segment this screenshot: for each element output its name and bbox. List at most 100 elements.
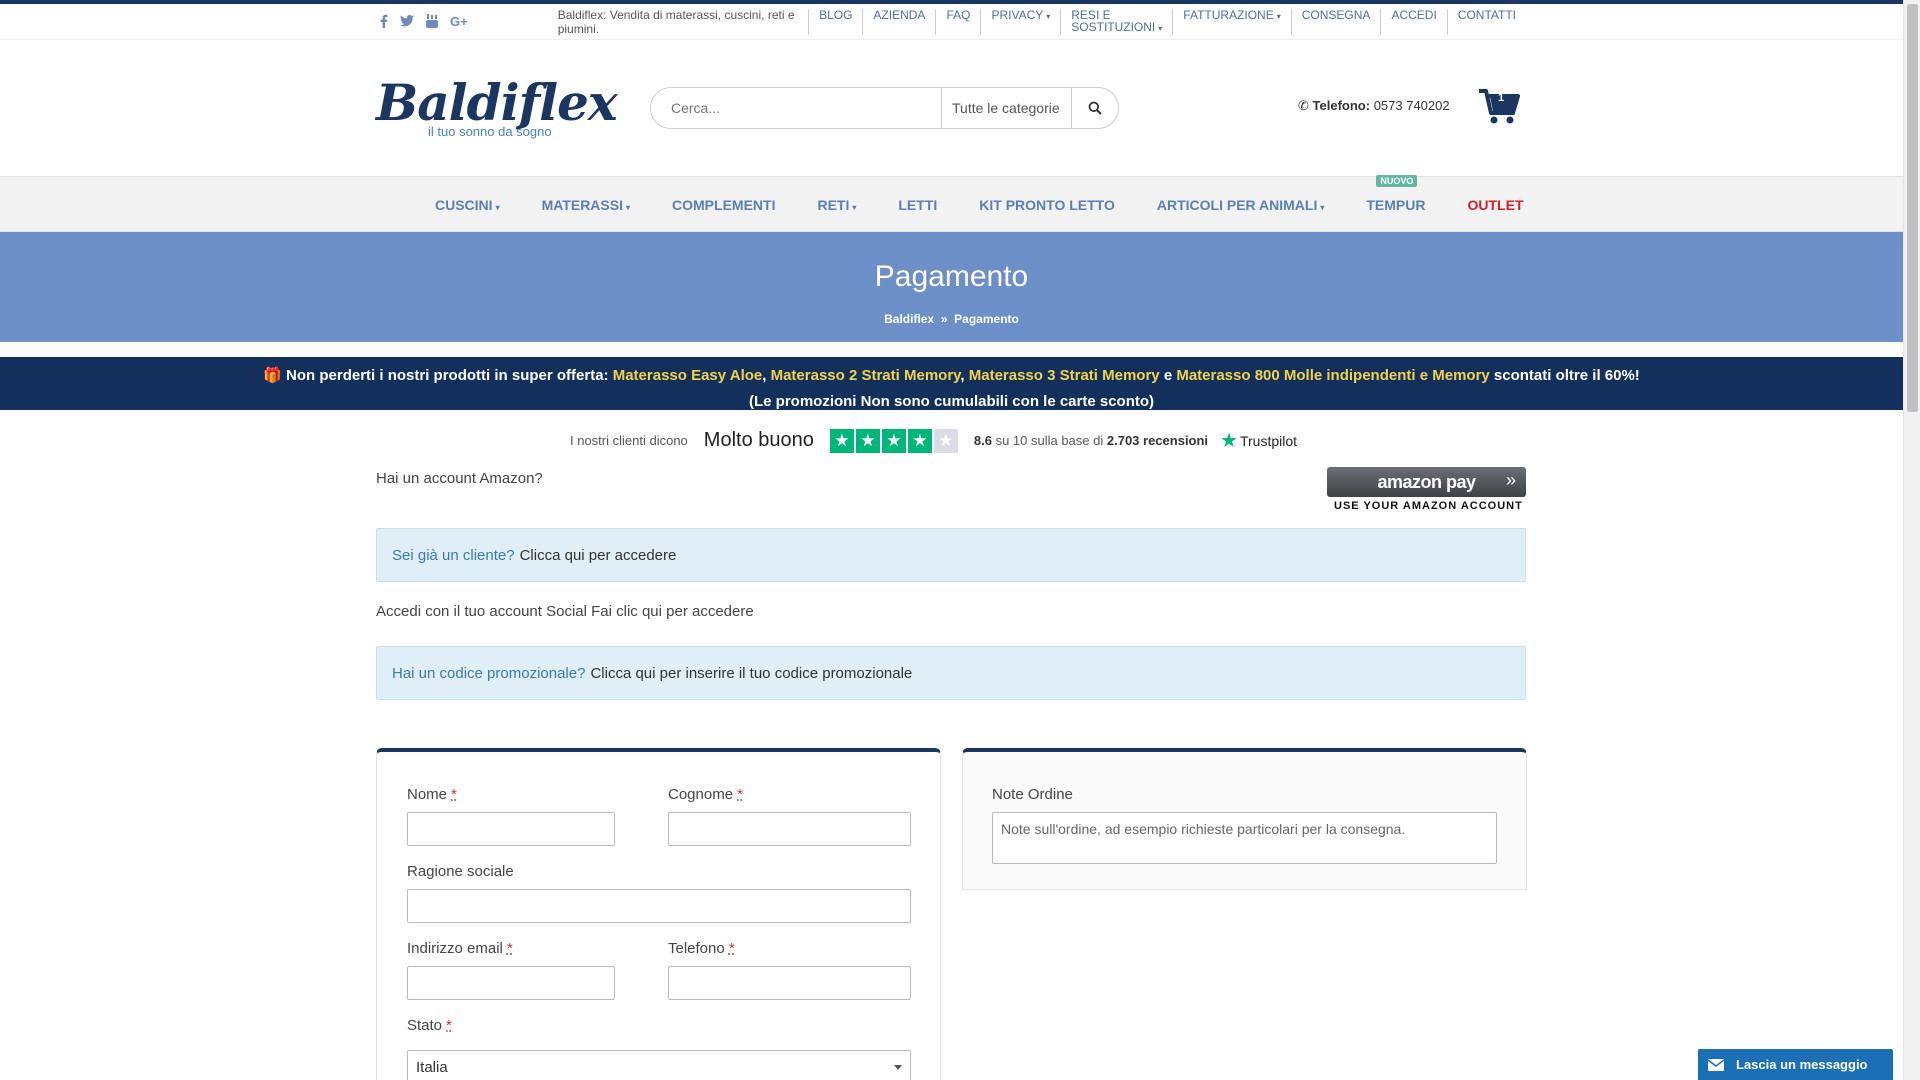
search-input[interactable] [651,88,941,128]
caret-down-icon: ▾ [852,203,857,212]
trustpilot-logo: ★ Trustpilot [1220,428,1297,453]
promo-product-link[interactable]: Materasso Easy Aloe [613,367,763,384]
top-link-label: AZIENDA [873,8,926,22]
nav-item-complementi[interactable]: COMPLEMENTI [672,197,775,213]
first-name-field[interactable] [407,812,615,846]
country-label-text: Stato [407,1017,443,1034]
promo-product-link[interactable]: Materasso 3 Strati Memory [969,367,1160,384]
country-label: Stato * [407,1017,452,1034]
nav-item-tempur[interactable]: TEMPUR NUOVO [1366,175,1426,213]
search-category-select[interactable]: Tutte le categorie [941,88,1071,128]
twitter-icon[interactable] [400,14,414,31]
gift-icon: 🎁 [263,367,282,384]
trustpilot-score-value: 8.6 [973,433,992,448]
top-link-faq[interactable]: FAQ [935,9,980,35]
phone-field[interactable] [668,966,911,1000]
required-mark: * [506,940,513,957]
top-link-accedi[interactable]: ACCEDI [1380,9,1446,35]
promo-banner: 🎁 Non perderti i nostri prodotti in supe… [0,357,1903,410]
facebook-icon[interactable] [379,14,388,31]
breadcrumb-home[interactable]: Baldiflex [884,312,934,326]
top-link-contatti[interactable]: CONTATTI [1446,8,1526,35]
nav-item-label: COMPLEMENTI [672,197,776,213]
page: G+ Baldiflex: Vendita di materassi, cusc… [0,0,1903,1080]
main-nav-items: CUSCINI ▾ MATERASSI ▾ COMPLEMENTI RETI ▾ LETTI K… [435,175,1566,233]
trustpilot-stars: ★ ★ ★ ★ ★ [829,428,958,453]
nav-item-articoli-per-animali[interactable]: ARTICOLI PER ANIMALI ▾ [1157,197,1325,213]
logo[interactable]: Baldiflex il tuo sonno da sogno [376,76,618,146]
nav-item-label: TEMPUR [1366,197,1426,213]
nav-item-outlet[interactable]: OUTLET [1468,197,1524,213]
nav-item-cuscini[interactable]: CUSCINI ▾ [435,197,500,213]
coupon-link[interactable]: Clicca qui per inserire il tuo codice pr… [590,665,912,682]
nav-item-letti[interactable]: LETTI [898,197,937,213]
chevron-down-icon [894,1065,902,1070]
login-notice-question: Sei già un cliente? [392,546,515,564]
top-link-consegna[interactable]: CONSEGNA [1290,9,1381,35]
nav-item-label: CUSCINI [435,197,493,213]
promo-product-link[interactable]: Materasso 800 Molle indipendenti e Memor… [1176,367,1489,384]
cart-button[interactable]: 1 [1478,88,1520,126]
site-tagline: Baldiflex: Vendita di materassi, cuscini… [557,8,795,36]
coupon-notice-question: Hai un codice promozionale? [392,664,586,682]
phone-contact: ✆ Telefono: 0573 740202 [1298,98,1450,114]
amazon-pay-button[interactable]: amazon pay » [1327,467,1526,497]
promo-product-link[interactable]: Materasso 2 Strati Memory [771,367,961,384]
top-link-resi-e-sostituzioni[interactable]: RESI E SOSTITUZIONI ▾ [1060,9,1172,35]
top-links: BLOG AZIENDA FAQ PRIVACY ▾ RESI E SOSTITUZION… [808,9,1526,35]
breadcrumb-current: Pagamento [954,312,1019,326]
amazon-question: Hai un account Amazon? [376,470,543,487]
top-link-fatturazione[interactable]: FATTURAZIONE ▾ [1172,9,1290,35]
promo-note: (Le promozioni Non sono cumulabili con l… [748,393,1155,410]
trustpilot-review-count: 2.703 recensioni [1106,433,1209,448]
first-name-label-text: Nome [407,786,448,803]
nav-item-label: ARTICOLI PER ANIMALI [1156,197,1318,213]
search-bar: Tutte le categorie [650,87,1119,129]
trustpilot-intro: I nostri clienti dicono [570,433,688,448]
required-mark: * [737,786,743,803]
promo-outro: scontati oltre il 60%! [1493,367,1640,384]
search-button[interactable] [1071,88,1118,128]
top-link-privacy[interactable]: PRIVACY ▾ [980,9,1060,35]
top-link-azienda[interactable]: AZIENDA [862,9,935,35]
promo-conjunction: e [1163,367,1173,384]
chat-widget-button[interactable]: Lascia un messaggio [1698,1049,1893,1080]
caret-down-icon: ▾ [1158,24,1163,33]
trustpilot-widget[interactable]: I nostri clienti dicono Molto buono ★ ★ ★ ★… [570,428,1297,453]
order-notes-field[interactable]: Note sull'ordine, ad esempio richieste p… [992,812,1497,864]
top-link-label: CONTATTI [1457,8,1516,22]
login-notice: Sei già un cliente? Clicca qui per acced… [376,528,1526,582]
top-bar-content: G+ Baldiflex: Vendita di materassi, cusc… [376,4,1526,40]
country-select[interactable]: Italia [407,1050,911,1080]
chat-widget-label: Lascia un messaggio [1736,1057,1868,1072]
top-link-label: PRIVACY [991,8,1044,22]
top-link-label: RESI E SOSTITUZIONI [1071,8,1156,34]
last-name-field[interactable] [668,812,911,846]
star-icon: ★ [933,428,958,453]
login-link[interactable]: Clicca qui per accedere [520,547,677,564]
phone-label-text: Telefono [668,940,725,957]
nav-item-materassi[interactable]: MATERASSI ▾ [542,197,630,213]
scrollbar-thumb[interactable] [1907,4,1918,412]
star-icon: ★ [829,428,854,453]
page-scrollbar[interactable] [1903,0,1920,1080]
promo-line: 🎁 Non perderti i nostri prodotti in supe… [263,367,1640,384]
google-plus-icon[interactable]: G+ [450,14,468,31]
nav-item-label: RETI [817,197,850,213]
breadcrumb: Baldiflex » Pagamento [0,312,1903,326]
country-select-value: Italia [416,1058,448,1076]
top-link-blog[interactable]: BLOG [808,9,862,35]
email-label: Indirizzo email * [407,940,513,957]
nav-item-reti[interactable]: RETI ▾ [817,197,856,213]
social-login-link[interactable]: Accedi con il tuo account Social Fai cli… [376,603,754,620]
trustpilot-rating-text: Molto buono [703,429,814,451]
nav-item-label: MATERASSI [541,197,623,213]
phone-label: Telefono: [1312,98,1371,113]
youtube-icon[interactable] [426,13,438,31]
star-icon: ★ [881,428,906,453]
caret-down-icon: ▾ [1276,12,1281,21]
star-icon: ★ [855,428,880,453]
email-field[interactable] [407,966,615,1000]
nav-item-kit-pronto-letto[interactable]: KIT PRONTO LETTO [979,197,1115,213]
company-field[interactable] [407,889,911,923]
